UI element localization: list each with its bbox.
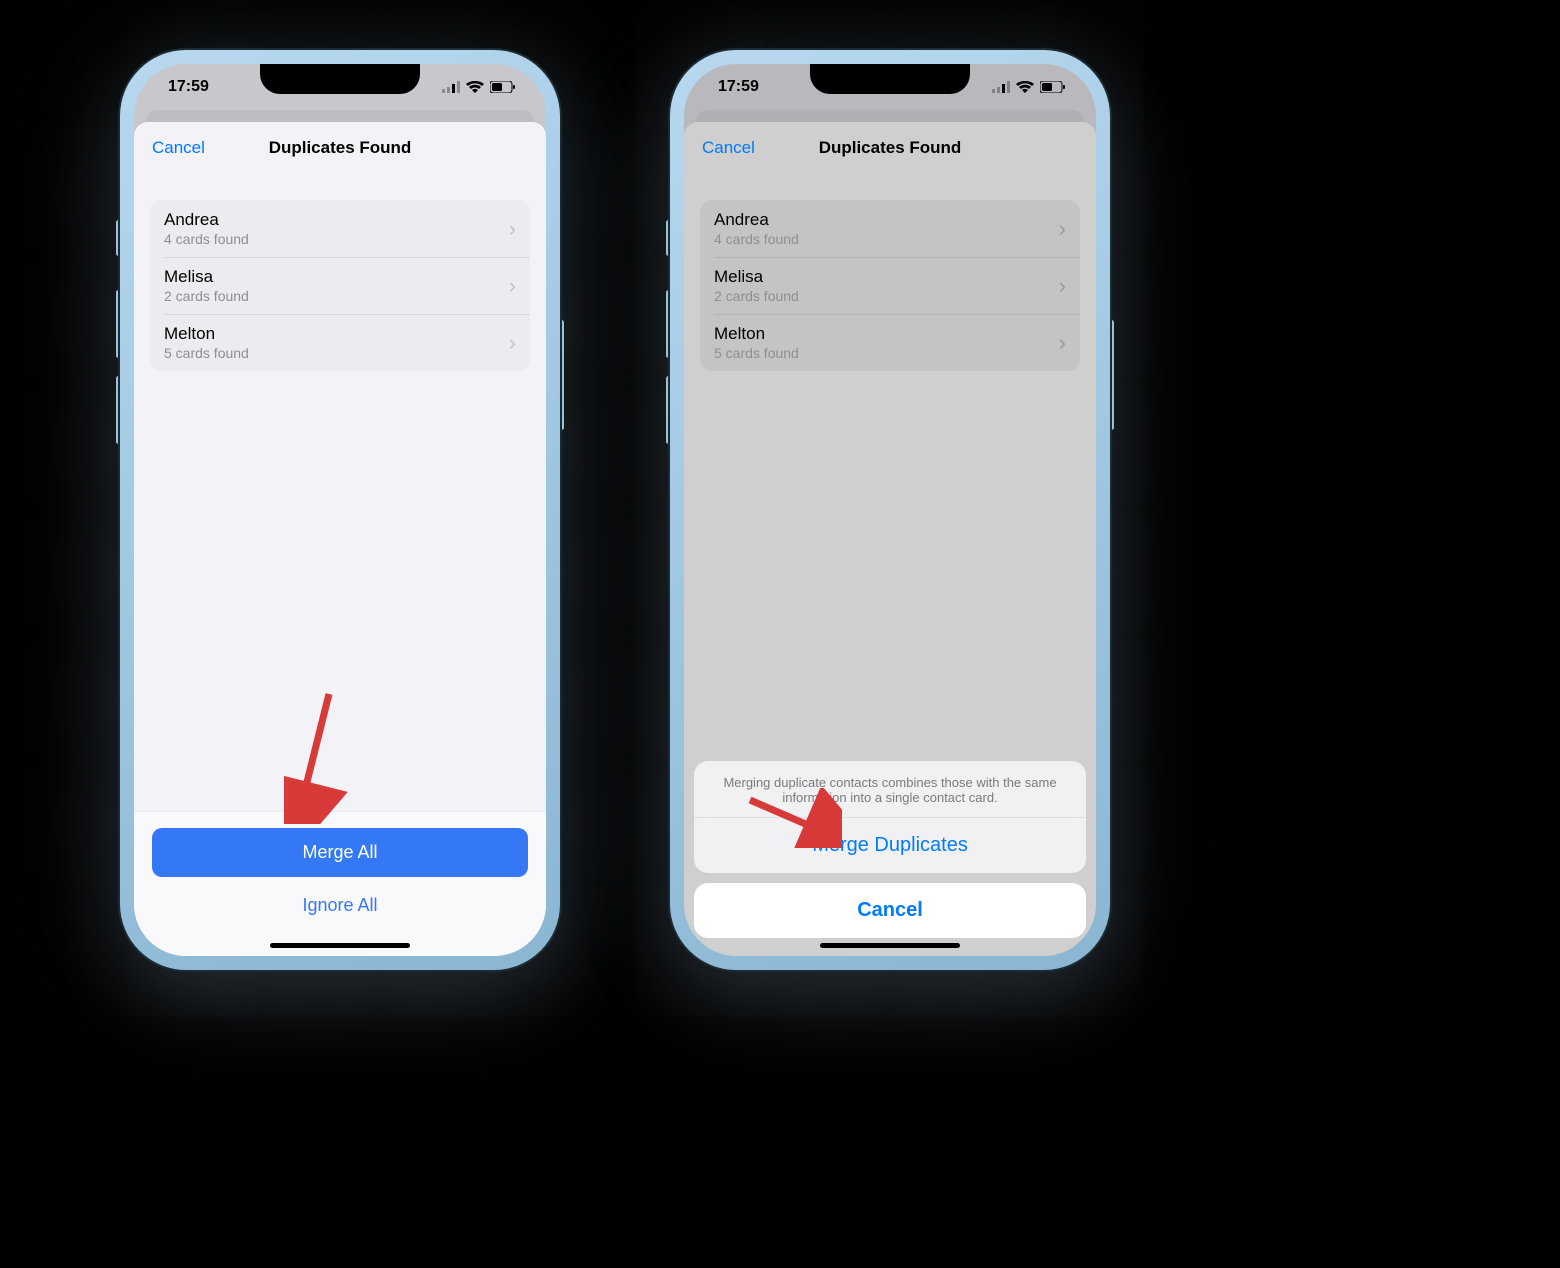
cellular-icon <box>992 81 1010 93</box>
contact-name: Melton <box>714 324 1059 344</box>
action-sheet-cancel-button[interactable]: Cancel <box>694 883 1086 938</box>
chevron-right-icon: › <box>1059 273 1066 299</box>
list-item[interactable]: Melton 5 cards found › <box>700 314 1080 371</box>
home-indicator[interactable] <box>270 943 410 948</box>
cancel-button[interactable]: Cancel <box>152 138 205 158</box>
duplicates-list: Andrea 4 cards found › Melisa 2 cards fo… <box>150 200 530 371</box>
cellular-icon <box>442 81 460 93</box>
contact-name: Melisa <box>164 267 509 287</box>
contact-name: Andrea <box>714 210 1059 230</box>
phone-right: 17:59 Cancel Duplicates Fou <box>670 50 1110 970</box>
list-item[interactable]: Melisa 2 cards found › <box>150 257 530 314</box>
notch <box>810 64 970 94</box>
battery-icon <box>1040 81 1066 93</box>
nav-bar: Cancel Duplicates Found <box>134 122 546 174</box>
contact-name: Andrea <box>164 210 509 230</box>
contact-sub: 2 cards found <box>714 288 1059 304</box>
status-time: 17:59 <box>168 78 209 96</box>
chevron-right-icon: › <box>1059 330 1066 356</box>
home-indicator[interactable] <box>820 943 960 948</box>
action-sheet: Merging duplicate contacts combines thos… <box>694 761 1086 938</box>
list-item[interactable]: Melton 5 cards found › <box>150 314 530 371</box>
battery-icon <box>490 81 516 93</box>
list-item[interactable]: Melisa 2 cards found › <box>700 257 1080 314</box>
page-title: Duplicates Found <box>269 138 412 158</box>
contact-sub: 4 cards found <box>714 231 1059 247</box>
contact-sub: 2 cards found <box>164 288 509 304</box>
modal-sheet: Cancel Duplicates Found Andrea 4 cards f… <box>134 122 546 956</box>
contact-sub: 5 cards found <box>164 345 509 361</box>
duplicates-list: Andrea 4 cards found › Melisa 2 cards fo… <box>700 200 1080 371</box>
nav-bar: Cancel Duplicates Found <box>684 122 1096 174</box>
page-title: Duplicates Found <box>819 138 962 158</box>
chevron-right-icon: › <box>1059 216 1066 242</box>
contact-name: Melton <box>164 324 509 344</box>
phone-left: 17:59 Cancel Duplicates Fou <box>120 50 560 970</box>
merge-all-button[interactable]: Merge All <box>152 828 528 877</box>
contact-name: Melisa <box>714 267 1059 287</box>
wifi-icon <box>1016 81 1034 93</box>
merge-duplicates-button[interactable]: Merge Duplicates <box>694 818 1086 873</box>
wifi-icon <box>466 81 484 93</box>
chevron-right-icon: › <box>509 216 516 242</box>
contact-sub: 5 cards found <box>714 345 1059 361</box>
list-item[interactable]: Andrea 4 cards found › <box>700 200 1080 257</box>
notch <box>260 64 420 94</box>
status-time: 17:59 <box>718 78 759 96</box>
cancel-button[interactable]: Cancel <box>702 138 755 158</box>
chevron-right-icon: › <box>509 330 516 356</box>
bottom-actions: Merge All Ignore All <box>134 811 546 956</box>
contact-sub: 4 cards found <box>164 231 509 247</box>
list-item[interactable]: Andrea 4 cards found › <box>150 200 530 257</box>
action-sheet-message: Merging duplicate contacts combines thos… <box>694 761 1086 818</box>
chevron-right-icon: › <box>509 273 516 299</box>
ignore-all-button[interactable]: Ignore All <box>152 895 528 916</box>
